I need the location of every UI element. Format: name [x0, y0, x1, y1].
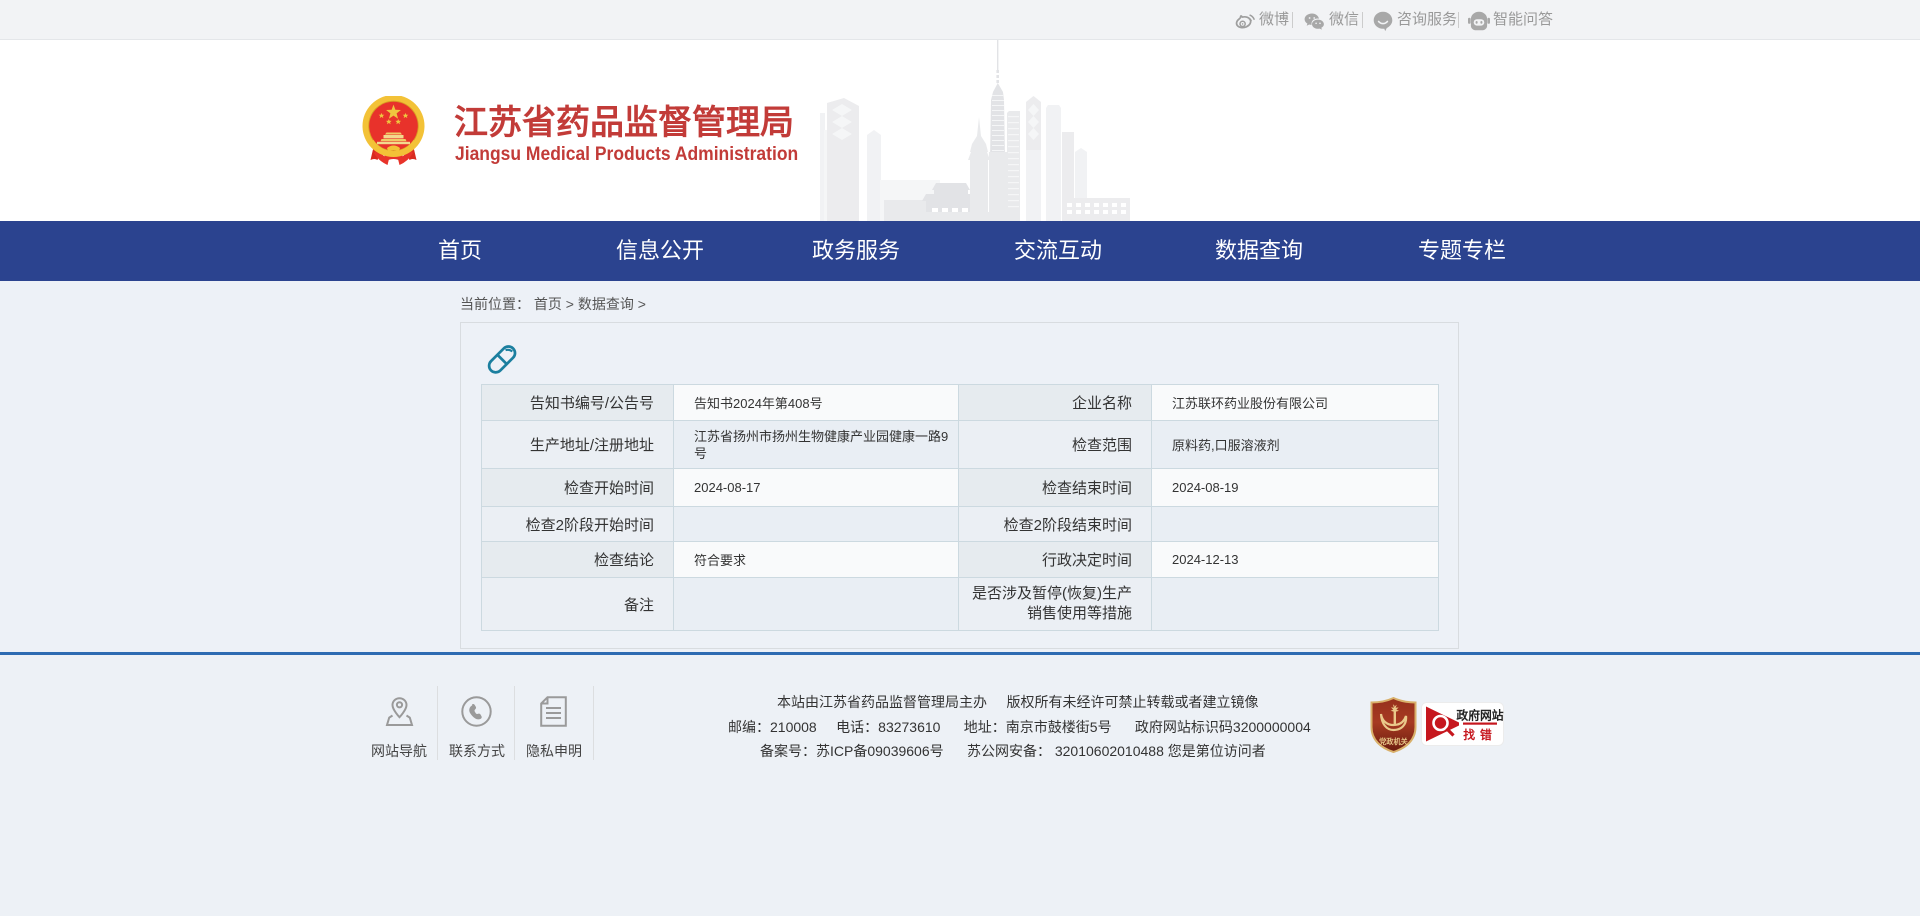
- svg-text:政府网站: 政府网站: [1456, 709, 1503, 723]
- svg-text:党政机关: 党政机关: [1379, 737, 1409, 746]
- svg-text:找错: 找错: [1463, 728, 1497, 742]
